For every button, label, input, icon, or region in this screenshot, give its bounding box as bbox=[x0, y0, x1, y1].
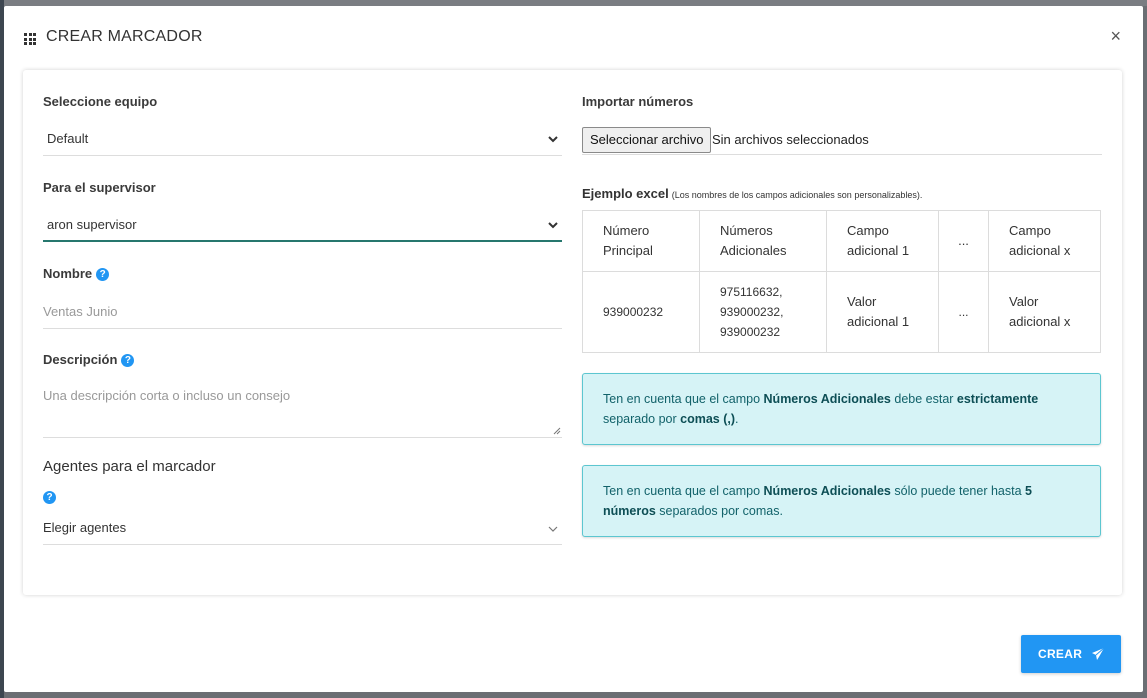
table-header-row: Número Principal Números Adicionales Cam… bbox=[582, 210, 1101, 272]
team-select-value: Default bbox=[47, 131, 89, 146]
table-header: ... bbox=[938, 210, 989, 272]
name-input-placeholder: Ventas Junio bbox=[43, 304, 118, 319]
description-label: Descripción? bbox=[43, 352, 135, 367]
table-cell: Valor adicional 1 bbox=[826, 271, 939, 353]
name-label: Nombre? bbox=[43, 266, 110, 281]
alert-bold: estrictamente bbox=[956, 392, 1039, 406]
file-status: Sin archivos seleccionados bbox=[712, 132, 869, 147]
form-card: Seleccione equipo Default Para el superv… bbox=[23, 70, 1122, 595]
chevron-down-icon bbox=[548, 526, 558, 532]
alert-text: sólo puede tener hasta bbox=[890, 484, 1026, 498]
table-cell: ... bbox=[938, 271, 989, 353]
help-icon[interactable]: ? bbox=[43, 491, 56, 504]
agents-select[interactable]: Elegir agentes bbox=[43, 515, 562, 545]
alert-text: Ten en cuenta que el campo bbox=[603, 484, 764, 498]
send-icon bbox=[1092, 647, 1105, 660]
table-cell: 939000232 bbox=[582, 271, 700, 353]
chevron-down-icon bbox=[548, 136, 558, 143]
description-placeholder: Una descripción corta o incluso un conse… bbox=[43, 388, 291, 403]
table-cell: 975116632, 939000232, 939000232 bbox=[699, 271, 827, 353]
resize-grip-icon[interactable] bbox=[553, 427, 561, 435]
chevron-down-icon bbox=[548, 222, 558, 229]
help-icon[interactable]: ? bbox=[96, 268, 110, 281]
description-textarea[interactable]: Una descripción corta o incluso un conse… bbox=[43, 384, 562, 438]
table-row: 939000232 975116632, 939000232, 93900023… bbox=[582, 271, 1101, 353]
close-icon[interactable]: × bbox=[1110, 26, 1121, 46]
modal-header: CREAR MARCADOR × bbox=[4, 6, 1143, 70]
alert-text: separados por comas. bbox=[655, 504, 783, 518]
table-header: Campo adicional 1 bbox=[826, 210, 939, 272]
table-header: Campo adicional x bbox=[988, 210, 1101, 272]
modal-title: CREAR MARCADOR bbox=[46, 28, 203, 45]
name-label-text: Nombre bbox=[43, 266, 93, 281]
description-label-text: Descripción bbox=[43, 352, 118, 367]
file-input: Seleccionar archivo Sin archivos selecci… bbox=[582, 127, 1102, 155]
supervisor-select[interactable]: aron supervisor bbox=[43, 212, 562, 242]
excel-example-title: Ejemplo excel bbox=[582, 186, 669, 201]
excel-example-label: Ejemplo excel (Los nombres de los campos … bbox=[582, 186, 922, 201]
grid-icon bbox=[24, 33, 36, 45]
alert-bold: Números Adicionales bbox=[763, 392, 891, 406]
alert-bold: Números Adicionales bbox=[763, 484, 891, 498]
alert-comma-separated: Ten en cuenta que el campo Números Adici… bbox=[582, 373, 1101, 445]
alert-text: separado por bbox=[603, 412, 681, 426]
alert-text: Ten en cuenta que el campo bbox=[603, 392, 764, 406]
alert-text: . bbox=[735, 412, 739, 426]
table-cell: Valor adicional x bbox=[988, 271, 1101, 353]
create-button[interactable]: CREAR bbox=[1021, 635, 1121, 673]
agents-title: Agentes para el marcador bbox=[43, 458, 216, 475]
excel-example-note: (Los nombres de los campos adicionales s… bbox=[671, 190, 923, 200]
alert-bold: comas (,) bbox=[680, 412, 736, 426]
create-button-label: CREAR bbox=[1038, 647, 1083, 661]
import-label: Importar números bbox=[582, 94, 694, 109]
alert-max-numbers: Ten en cuenta que el campo Números Adici… bbox=[582, 465, 1101, 537]
alert-text: debe estar bbox=[890, 392, 957, 406]
select-file-button[interactable]: Seleccionar archivo bbox=[582, 127, 712, 153]
table-header: Números Adicionales bbox=[699, 210, 827, 272]
name-input[interactable]: Ventas Junio bbox=[43, 299, 562, 329]
table-header: Número Principal bbox=[582, 210, 700, 272]
excel-example-table: Número Principal Números Adicionales Cam… bbox=[582, 210, 1101, 353]
agents-select-value: Elegir agentes bbox=[43, 520, 127, 535]
help-icon[interactable]: ? bbox=[121, 354, 135, 367]
supervisor-label: Para el supervisor bbox=[43, 180, 156, 195]
team-label: Seleccione equipo bbox=[43, 94, 158, 109]
create-dialer-modal: CREAR MARCADOR × Seleccione equipo Defau… bbox=[4, 6, 1143, 692]
supervisor-select-value: aron supervisor bbox=[47, 217, 137, 232]
team-select[interactable]: Default bbox=[43, 126, 562, 156]
